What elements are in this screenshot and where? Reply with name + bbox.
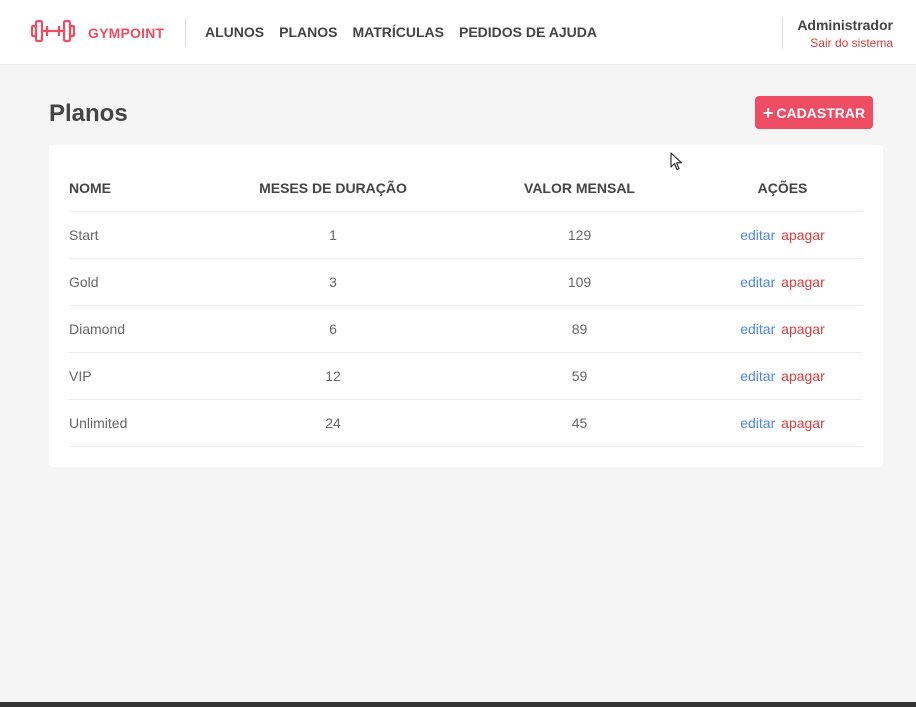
brand-name: GYMPOINT: [88, 25, 165, 41]
table-row: Gold 3 109 editar apagar: [69, 258, 863, 306]
row-actions: editar apagar: [702, 258, 863, 306]
nav-item-alunos[interactable]: ALUNOS: [205, 24, 264, 40]
table-row: VIP 12 59 editar apagar: [69, 352, 863, 400]
plan-price: 129: [457, 211, 702, 259]
plan-duration: 3: [209, 258, 457, 306]
row-actions: editar apagar: [702, 305, 863, 353]
plans-table: NOME MESES DE DURAÇÃO VALOR MENSAL AÇÕES…: [69, 165, 863, 447]
delete-link[interactable]: apagar: [781, 227, 825, 243]
edit-link[interactable]: editar: [740, 415, 775, 431]
plan-duration: 12: [209, 352, 457, 400]
user-menu: Administrador Sair do sistema: [797, 17, 893, 50]
column-header-actions: AÇÕES: [702, 165, 863, 212]
plan-name: VIP: [69, 352, 209, 400]
logout-link[interactable]: Sair do sistema: [797, 36, 893, 50]
nav-item-pedidos-de-ajuda[interactable]: PEDIDOS DE AJUDA: [459, 24, 597, 40]
screen-bottom-edge: [0, 702, 916, 707]
delete-link[interactable]: apagar: [781, 415, 825, 431]
delete-link[interactable]: apagar: [781, 274, 825, 290]
mouse-cursor-icon: [670, 152, 684, 172]
column-header-name: NOME: [69, 165, 209, 212]
row-actions: editar apagar: [702, 399, 863, 447]
brand[interactable]: GYMPOINT: [30, 19, 164, 47]
table-row: Start 1 129 editar apagar: [69, 211, 863, 259]
dumbbell-icon: [30, 17, 76, 50]
row-actions: editar apagar: [702, 352, 863, 400]
divider: [782, 17, 783, 49]
table-row: Unlimited 24 45 editar apagar: [69, 399, 863, 447]
table-row: Diamond 6 89 editar apagar: [69, 305, 863, 353]
plan-price: 89: [457, 305, 702, 353]
table-header-row: NOME MESES DE DURAÇÃO VALOR MENSAL AÇÕES: [69, 165, 863, 212]
plan-duration: 24: [209, 399, 457, 447]
plan-duration: 6: [209, 305, 457, 353]
plan-price: 59: [457, 352, 702, 400]
delete-link[interactable]: apagar: [781, 368, 825, 384]
edit-link[interactable]: editar: [740, 321, 775, 337]
plan-name: Start: [69, 211, 209, 259]
divider: [185, 18, 186, 47]
add-plan-button-label: CADASTRAR: [776, 104, 866, 121]
main-nav: ALUNOS PLANOS MATRÍCULAS PEDIDOS DE AJUD…: [205, 24, 597, 40]
plans-card: NOME MESES DE DURAÇÃO VALOR MENSAL AÇÕES…: [49, 145, 883, 467]
edit-link[interactable]: editar: [740, 227, 775, 243]
plan-name: Unlimited: [69, 399, 209, 447]
edit-link[interactable]: editar: [740, 368, 775, 384]
plan-duration: 1: [209, 211, 457, 259]
plus-icon: +: [762, 102, 774, 123]
user-name: Administrador: [797, 17, 893, 33]
plan-name: Diamond: [69, 305, 209, 353]
row-actions: editar apagar: [702, 211, 863, 259]
nav-item-planos[interactable]: PLANOS: [279, 24, 337, 40]
plan-name: Gold: [69, 258, 209, 306]
delete-link[interactable]: apagar: [781, 321, 825, 337]
edit-link[interactable]: editar: [740, 274, 775, 290]
nav-item-matriculas[interactable]: MATRÍCULAS: [352, 24, 444, 40]
plan-price: 109: [457, 258, 702, 306]
column-header-duration: MESES DE DURAÇÃO: [209, 165, 457, 212]
top-navigation-bar: GYMPOINT ALUNOS PLANOS MATRÍCULAS PEDIDO…: [0, 0, 916, 65]
add-plan-button[interactable]: + CADASTRAR: [755, 96, 873, 129]
page-title: Planos: [49, 100, 128, 127]
plan-price: 45: [457, 399, 702, 447]
column-header-price: VALOR MENSAL: [457, 165, 702, 212]
